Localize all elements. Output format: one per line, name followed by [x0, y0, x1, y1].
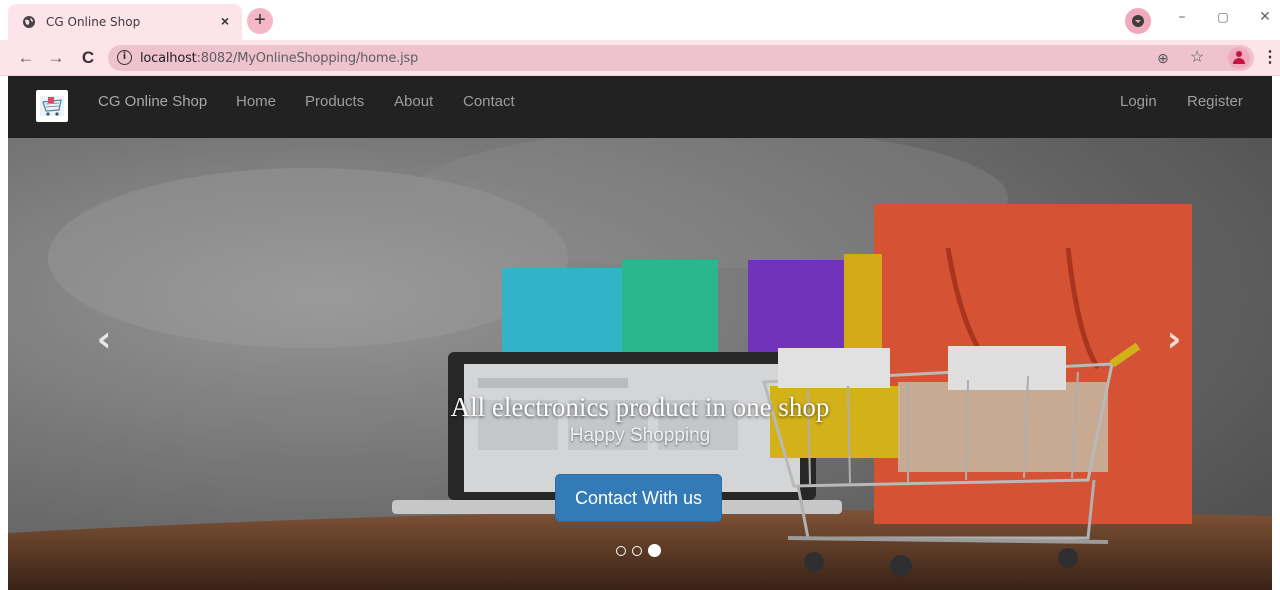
- reload-button[interactable]: C: [78, 48, 98, 68]
- url-path: :8082/MyOnlineShopping/home.jsp: [196, 51, 419, 66]
- caption-subtitle: Happy Shopping: [569, 425, 711, 446]
- site-info-icon[interactable]: i: [117, 50, 132, 65]
- carousel-indicator-2[interactable]: [632, 546, 642, 556]
- carousel-next-icon[interactable]: ›: [1154, 318, 1194, 362]
- carousel-indicator-1[interactable]: [616, 546, 626, 556]
- page-viewport: CG Online Shop Home Products About Conta…: [8, 76, 1272, 590]
- carousel-slide-image: [8, 138, 1272, 590]
- contact-with-us-button[interactable]: Contact With us: [555, 474, 722, 522]
- carousel-indicator-3[interactable]: [648, 544, 661, 557]
- site-navbar: CG Online Shop Home Products About Conta…: [8, 76, 1272, 138]
- nav-products[interactable]: Products: [305, 93, 364, 110]
- url-text[interactable]: localhost:8082/MyOnlineShopping/home.jsp: [140, 51, 418, 66]
- navbar-brand[interactable]: CG Online Shop: [98, 93, 207, 110]
- carousel-caption: All electronics product in one shop Happ…: [8, 392, 1272, 447]
- zoom-icon[interactable]: ⊕: [1154, 49, 1172, 67]
- back-button[interactable]: ←: [16, 48, 36, 68]
- new-tab-button[interactable]: +: [247, 8, 273, 34]
- url-host: localhost: [140, 51, 197, 66]
- carousel-prev-icon[interactable]: ‹: [84, 318, 124, 362]
- nav-contact[interactable]: Contact: [463, 93, 515, 110]
- close-window-button[interactable]: ✕: [1250, 6, 1280, 30]
- tab-title: CG Online Shop: [46, 15, 141, 29]
- caption-title: All electronics product in one shop: [450, 392, 830, 422]
- nav-home[interactable]: Home: [236, 93, 276, 110]
- browser-tab[interactable]: CG Online Shop ×: [8, 4, 242, 40]
- nav-about[interactable]: About: [394, 93, 433, 110]
- nav-login[interactable]: Login: [1120, 93, 1157, 110]
- profile-avatar-icon[interactable]: [1228, 47, 1250, 69]
- close-tab-icon[interactable]: ×: [216, 12, 234, 30]
- minimize-button[interactable]: –: [1167, 6, 1197, 30]
- browser-menu-icon[interactable]: ⋮: [1262, 47, 1278, 69]
- browser-tab-strip: CG Online Shop × + – ▢ ✕: [0, 0, 1280, 40]
- hero-carousel: ‹ › All electronics product in one shop …: [8, 138, 1272, 590]
- extension-icon[interactable]: [1125, 8, 1151, 34]
- globe-icon: [23, 16, 35, 28]
- restore-button[interactable]: ▢: [1208, 6, 1238, 30]
- forward-button[interactable]: →: [46, 48, 66, 68]
- browser-toolbar: ← → C i localhost:8082/MyOnlineShopping/…: [0, 40, 1280, 76]
- shopping-cart-logo-icon[interactable]: [36, 90, 68, 122]
- address-bar[interactable]: i localhost:8082/MyOnlineShopping/home.j…: [108, 45, 1254, 71]
- nav-register[interactable]: Register: [1187, 93, 1243, 110]
- bookmark-star-icon[interactable]: ☆: [1188, 49, 1206, 67]
